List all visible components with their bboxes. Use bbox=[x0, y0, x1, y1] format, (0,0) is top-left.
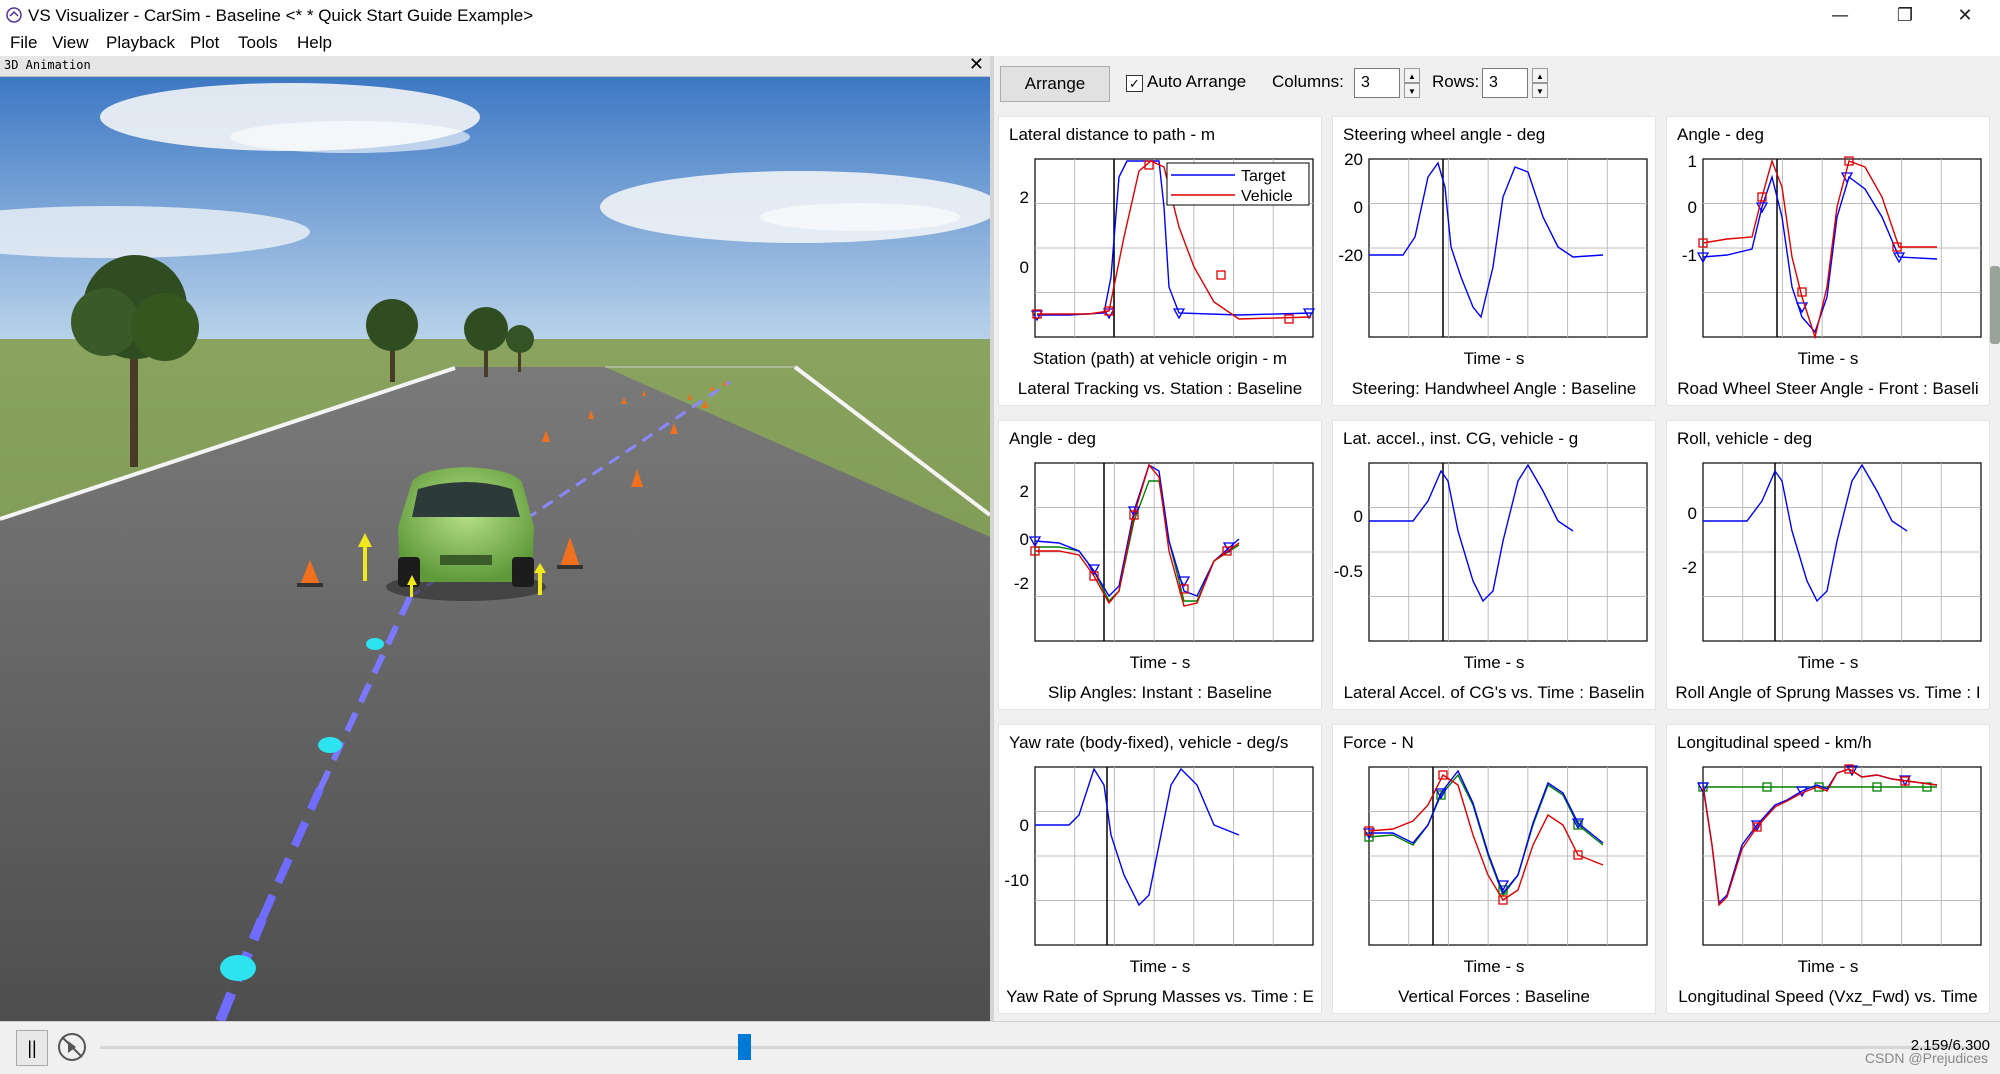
plot-panel: Arrange ✓ Auto Arrange Columns: 3 ▲ ▼ Ro… bbox=[994, 56, 2000, 1021]
y-tick-label: -20 bbox=[1338, 246, 1363, 265]
plot-canvas: 0 -2 bbox=[1682, 462, 1982, 642]
y-tick-label: 1 bbox=[1688, 152, 1697, 171]
columns-spin-up[interactable]: ▲ bbox=[1404, 68, 1420, 83]
y-tick-label: 0 bbox=[1354, 507, 1363, 526]
title-bar: VS Visualizer - CarSim - Baseline <* * Q… bbox=[0, 0, 2000, 30]
plot-canvas: 0 -10 bbox=[1004, 766, 1314, 946]
y-tick-label: -1 bbox=[1682, 246, 1697, 265]
plot-x-label: Time - s bbox=[1463, 957, 1525, 976]
plot-caption: Road Wheel Steer Angle - Front : Baseli bbox=[1677, 379, 1979, 398]
plot-road-wheel-steer[interactable]: Angle - deg 1 0 -1 Time - s Road Wheel Steer … bbox=[1666, 116, 1990, 406]
plot-x-label: Station (path) at vehicle origin - m bbox=[1032, 349, 1288, 368]
plot-caption: Longitudinal Speed (Vxz_Fwd) vs. Time bbox=[1678, 987, 1978, 1006]
y-tick-label: 0 bbox=[1020, 530, 1029, 549]
plot-x-label: Time - s bbox=[1129, 957, 1191, 976]
scroll-grip[interactable] bbox=[1990, 266, 2000, 344]
plot-canvas: 2 0 Target Vehicle bbox=[1020, 158, 1316, 338]
watermark: CSDN @Prejudices bbox=[1864, 1050, 1988, 1066]
plot-x-label: Time - s bbox=[1797, 957, 1859, 976]
auto-arrange-checkbox[interactable]: ✓ bbox=[1126, 75, 1143, 92]
minimize-button[interactable]: — bbox=[1810, 0, 1870, 30]
y-tick-label: -2 bbox=[1014, 574, 1029, 593]
plot-canvas: 0 -0.5 bbox=[1334, 462, 1648, 642]
plot-lateral-tracking[interactable]: Lateral distance to path - m 2 0 Target Vehi… bbox=[998, 116, 1322, 406]
plot-caption: Steering: Handwheel Angle : Baseline bbox=[1351, 379, 1637, 398]
y-tick-label: 0 bbox=[1688, 198, 1697, 217]
plot-x-label: Time - s bbox=[1463, 653, 1525, 672]
restore-button[interactable]: ❐ bbox=[1875, 0, 1935, 30]
y-tick-label: 2 bbox=[1020, 188, 1029, 207]
plot-caption: Lateral Accel. of CG's vs. Time : Baseli… bbox=[1343, 683, 1645, 702]
plot-caption: Roll Angle of Sprung Masses vs. Time : I bbox=[1675, 683, 1981, 702]
close-button[interactable]: ✕ bbox=[1935, 0, 1995, 30]
menu-playback[interactable]: Playback bbox=[106, 33, 175, 53]
plot-canvas: 20 0 -20 bbox=[1338, 150, 1648, 338]
rows-spin-up[interactable]: ▲ bbox=[1532, 68, 1548, 83]
plot-slip-angles[interactable]: Angle - deg 2 0 -2 Time - s Slip Angles: Inst… bbox=[998, 420, 1322, 710]
auto-arrange-label: Auto Arrange bbox=[1147, 72, 1247, 91]
plot-x-label: Time - s bbox=[1463, 349, 1525, 368]
y-tick-label: 0 bbox=[1354, 198, 1363, 217]
columns-label: Columns: bbox=[1272, 72, 1344, 91]
menu-help[interactable]: Help bbox=[297, 33, 332, 53]
plot-caption: Lateral Tracking vs. Station : Baseline bbox=[1017, 379, 1303, 398]
legend-label: Target bbox=[1241, 168, 1286, 185]
rows-label: Rows: bbox=[1432, 72, 1480, 91]
y-tick-label: 20 bbox=[1344, 150, 1363, 169]
columns-input[interactable]: 3 bbox=[1354, 68, 1400, 98]
menu-bar: File View Playback Plot Tools Help bbox=[0, 30, 2000, 56]
plot-canvas: 1 0 -1 bbox=[1682, 152, 1982, 340]
legend-label: Vehicle bbox=[1241, 188, 1293, 205]
y-tick-label: 2 bbox=[1020, 482, 1029, 501]
plot-caption: Slip Angles: Instant : Baseline bbox=[1048, 683, 1272, 702]
app-icon bbox=[6, 7, 22, 23]
pause-button[interactable]: || bbox=[16, 1030, 48, 1066]
y-tick-label: -10 bbox=[1004, 871, 1029, 890]
loop-toggle-icon[interactable] bbox=[56, 1031, 88, 1063]
plot-lateral-accel[interactable]: Lat. accel., inst. CG, vehicle - g 0 -0.5 T… bbox=[1332, 420, 1656, 710]
y-tick-label: 0 bbox=[1020, 816, 1029, 835]
playback-slider-track[interactable] bbox=[100, 1046, 1980, 1049]
animation-viewport[interactable] bbox=[0, 77, 990, 1021]
playback-slider-thumb[interactable] bbox=[738, 1034, 751, 1060]
plot-vertical-forces[interactable]: Force - N Time - s Vertical Forces : Basel… bbox=[1332, 724, 1656, 1014]
plot-x-label: Time - s bbox=[1797, 653, 1859, 672]
playback-bar: || 2.159/6.300 CSDN @Prejudices bbox=[0, 1021, 2000, 1074]
menu-file[interactable]: File bbox=[10, 33, 37, 53]
y-tick-label: -0.5 bbox=[1334, 562, 1363, 581]
plot-yaw-rate[interactable]: Yaw rate (body-fixed), vehicle - deg/s 0-… bbox=[998, 724, 1322, 1014]
plot-caption: Yaw Rate of Sprung Masses vs. Time : E bbox=[1006, 987, 1314, 1006]
rows-spin-down[interactable]: ▼ bbox=[1532, 83, 1548, 98]
rows-input[interactable]: 3 bbox=[1482, 68, 1528, 98]
plot-canvas bbox=[1362, 766, 1648, 946]
plot-caption: Vertical Forces : Baseline bbox=[1398, 987, 1590, 1006]
plot-x-label: Time - s bbox=[1129, 653, 1191, 672]
plot-canvas: 2 0 -2 bbox=[1014, 462, 1314, 642]
columns-spin-down[interactable]: ▼ bbox=[1404, 83, 1420, 98]
menu-tools[interactable]: Tools bbox=[238, 33, 278, 53]
window-title: VS Visualizer - CarSim - Baseline <* * Q… bbox=[28, 6, 534, 25]
menu-plot[interactable]: Plot bbox=[190, 33, 219, 53]
menu-view[interactable]: View bbox=[52, 33, 89, 53]
animation-close-icon[interactable]: ✕ bbox=[969, 54, 984, 75]
y-tick-label: -2 bbox=[1682, 558, 1697, 577]
plot-roll-angle[interactable]: Roll, vehicle - deg 0 -2 Time - s Roll Angle… bbox=[1666, 420, 1990, 710]
animation-pane-title: 3D Animation bbox=[4, 58, 91, 72]
animation-pane-header: 3D Animation ✕ bbox=[0, 54, 990, 77]
y-tick-label: 0 bbox=[1020, 258, 1029, 277]
plot-longitudinal-speed[interactable]: Longitudinal speed - km/h Time - s Longitu… bbox=[1666, 724, 1990, 1014]
plot-x-label: Time - s bbox=[1797, 349, 1859, 368]
plot-steering-wheel[interactable]: Steering wheel angle - deg 20 0 -20 Time - s… bbox=[1332, 116, 1656, 406]
y-tick-label: 0 bbox=[1688, 504, 1697, 523]
arrange-button[interactable]: Arrange bbox=[1000, 66, 1110, 102]
plot-canvas bbox=[1696, 764, 1982, 946]
